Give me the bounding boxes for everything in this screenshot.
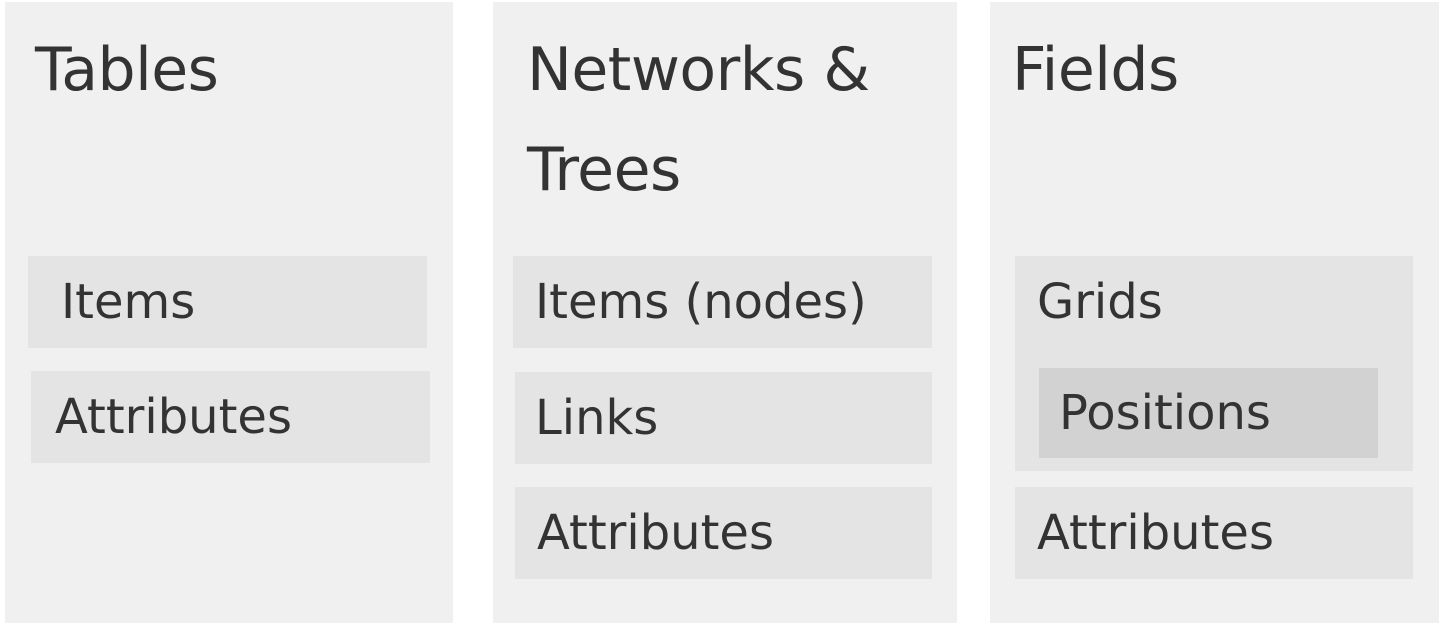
networks-links-box: Links [515,372,932,464]
networks-title-line2: Trees [527,135,681,205]
tables-attributes-box: Attributes [31,371,430,463]
networks-title-line1: Networks & [527,35,870,105]
networks-trees-title: Networks & Trees [527,20,870,220]
networks-links-label: Links [535,390,659,446]
fields-column: Fields Grids Positions Attributes [990,2,1439,623]
networks-trees-column: Networks & Trees Items (nodes) Links Att… [493,2,957,623]
tables-column: Tables Items Attributes [5,2,453,623]
fields-grids-label: Grids [1037,274,1163,330]
tables-items-box: Items [28,256,427,348]
fields-positions-box: Positions [1039,368,1378,458]
networks-items-nodes-label: Items (nodes) [535,274,867,330]
networks-attributes-label: Attributes [537,505,774,561]
tables-title: Tables [35,35,219,105]
fields-title: Fields [1012,35,1179,105]
tables-items-label: Items [61,274,196,330]
fields-grids-box: Grids Positions [1015,256,1413,471]
networks-attributes-box: Attributes [515,487,932,579]
fields-attributes-box: Attributes [1015,487,1413,579]
fields-attributes-label: Attributes [1037,505,1274,561]
tables-attributes-label: Attributes [55,389,292,445]
fields-positions-label: Positions [1059,385,1271,441]
networks-items-nodes-box: Items (nodes) [513,256,932,348]
